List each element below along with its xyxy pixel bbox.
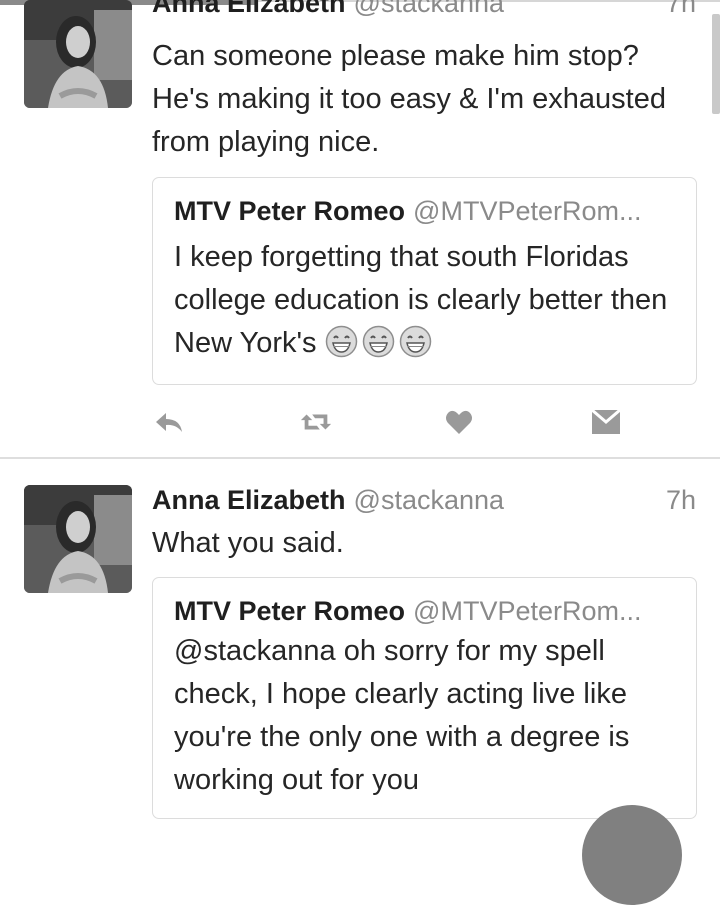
quoted-tweet[interactable]: MTV Peter Romeo @MTVPeterRom... @stackann… xyxy=(152,577,697,819)
quote-header: MTV Peter Romeo @MTVPeterRom... xyxy=(174,194,674,228)
like-icon[interactable] xyxy=(442,405,476,439)
tweet-text: Can someone please make him stop? He's m… xyxy=(152,40,666,158)
quote-header: MTV Peter Romeo @MTVPeterRom... xyxy=(174,594,674,628)
retweet-icon[interactable] xyxy=(299,405,333,439)
tweet[interactable]: Anna Elizabeth @stackanna 7h What you sai… xyxy=(0,459,720,832)
quoted-tweet[interactable]: MTV Peter Romeo @MTVPeterRom... I keep fo… xyxy=(152,177,697,385)
quote-display-name: MTV Peter Romeo xyxy=(174,596,406,626)
avatar[interactable] xyxy=(24,485,132,593)
tweet[interactable]: Anna Elizabeth @stackanna 7h Can someone … xyxy=(0,0,720,458)
direct-message-icon[interactable] xyxy=(589,405,623,439)
display-name[interactable]: Anna Elizabeth xyxy=(152,0,346,18)
compose-button[interactable] xyxy=(582,805,682,905)
tweet-actions xyxy=(152,405,652,439)
quote-handle: @MTVPeterRom... xyxy=(413,596,642,626)
timestamp: 7h xyxy=(665,485,696,515)
grinning-face-emoji xyxy=(362,325,395,358)
handle[interactable]: @stackanna xyxy=(354,485,505,515)
avatar[interactable] xyxy=(24,0,132,108)
display-name[interactable]: Anna Elizabeth xyxy=(152,485,346,515)
quote-text: @stackanna oh sorry for my spell check, … xyxy=(174,635,630,796)
reply-icon[interactable] xyxy=(152,405,186,439)
tweet-text: What you said. xyxy=(152,527,344,559)
timestamp: 7h xyxy=(665,0,696,18)
quote-text: I keep forgetting that south Floridas co… xyxy=(174,236,679,365)
handle[interactable]: @stackanna xyxy=(354,0,505,18)
grinning-face-emoji xyxy=(325,325,358,358)
tweet-header: Anna Elizabeth @stackanna xyxy=(152,483,504,517)
grinning-face-emoji xyxy=(399,325,432,358)
quote-handle: @MTVPeterRom... xyxy=(413,196,642,226)
tweet-header: Anna Elizabeth @stackanna xyxy=(152,0,504,20)
quote-display-name: MTV Peter Romeo xyxy=(174,196,406,226)
